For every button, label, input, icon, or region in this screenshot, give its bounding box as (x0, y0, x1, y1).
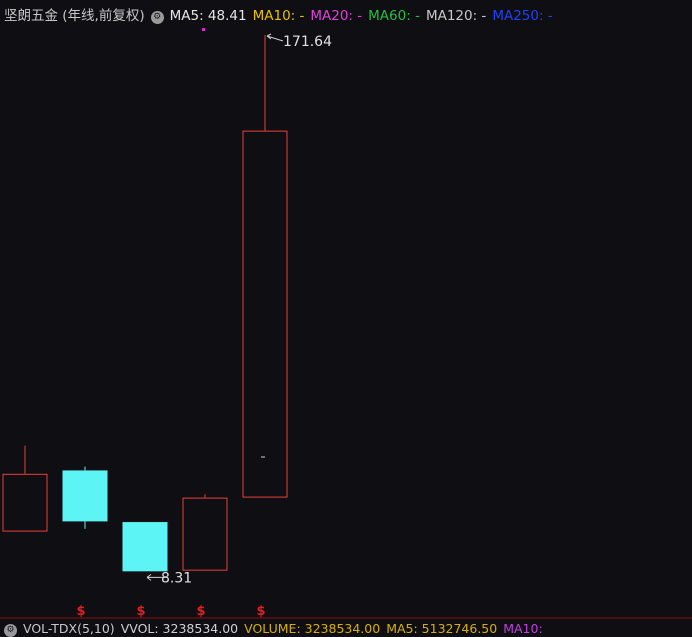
candle-body-0 (2, 473, 48, 532)
candle-body-2 (122, 522, 168, 572)
vol-item-volume: VOLUME: 3238534.00 (244, 621, 381, 636)
ma-item-ma5: MA5: 48.41 (169, 8, 247, 24)
min-price-label: 8.31 (161, 570, 192, 586)
candle-body-4 (242, 130, 288, 498)
dividend-marker-0: $ (76, 604, 85, 619)
vol-item-vvol: VVOL: 3238534.00 (120, 621, 239, 636)
ma-item-ma20: MA20: - (310, 8, 363, 24)
ma-item-ma120: MA120: - (425, 8, 487, 24)
vol-item-ma10: MA10: (503, 621, 543, 636)
ma-item-ma60: MA60: - (368, 8, 420, 24)
candle-body-1 (62, 470, 108, 522)
dividend-marker-3: $ (256, 604, 265, 619)
ma-item-ma10: MA10: - (252, 8, 305, 24)
volume-indicator-bar: ⚙ VOL-TDX(5,10) VVOL: 3238534.00 VOLUME: 32… (4, 622, 555, 637)
vol-item-ma5: MA5: 5132746.50 (386, 621, 498, 636)
volume-indicator-name: VOL-TDX(5,10) (23, 621, 115, 636)
settings-icon[interactable]: ⚙ (150, 11, 164, 24)
dividend-marker-1: $ (136, 604, 145, 619)
candlestick-chart[interactable]: 171.64 8.31 $ $ $ $ (0, 0, 692, 633)
ma-item-ma250: MA250: - (492, 8, 553, 24)
volume-settings-icon[interactable]: ⚙ (4, 624, 17, 637)
max-arrow (266, 33, 284, 42)
candle-body-3 (182, 497, 228, 571)
max-price-label: 171.64 (283, 34, 332, 50)
ma-marker-dot (202, 28, 205, 31)
volume-legend: VVOL: 3238534.00 VOLUME: 3238534.00 MA5: 5… (121, 621, 549, 636)
chart-header: 坚朗五金 (年线,前复权) ⚙ MA5: 48.41 MA10: - MA20: - MA… (4, 7, 565, 25)
dividend-marker-2: $ (196, 604, 205, 619)
ma-legend: MA5: 48.41 MA10: - MA20: - MA60: - MA120: - M… (170, 8, 559, 24)
stock-title: 坚朗五金 (年线,前复权) (4, 8, 145, 24)
